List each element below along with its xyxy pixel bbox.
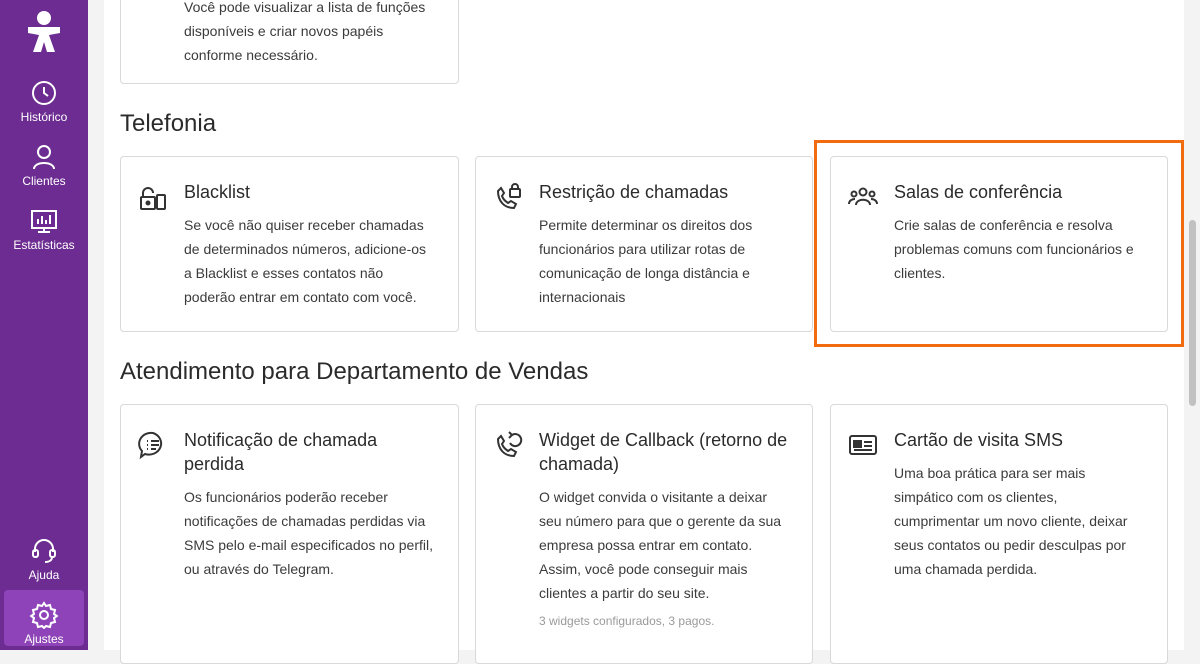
clock-icon (32, 81, 56, 105)
card-sms-business-card[interactable]: Cartão de visita SMS Uma boa prática par… (830, 404, 1168, 664)
sidebar-item-estatisticas[interactable]: Estatísticas (4, 196, 84, 252)
card-title: Widget de Callback (retorno de chamada) (539, 430, 788, 474)
sidebar-item-label: Ajustes (24, 632, 64, 646)
phone-lock-icon (496, 183, 521, 210)
sidebar-item-historico[interactable]: Histórico (4, 68, 84, 124)
card-title: Restrição de chamadas (539, 182, 729, 202)
sidebar-item-ajuda[interactable]: Ajuda (4, 526, 84, 582)
widget-count-meta: 3 widgets configurados, 3 pagos. (539, 614, 715, 628)
card-blacklist[interactable]: Blacklist Se você não quiser receber cha… (120, 156, 459, 332)
sidebar-item-label: Clientes (22, 174, 66, 188)
card-description: Se você não quiser receber chamadas de d… (184, 217, 427, 305)
card-description: Os funcionários poderão receber notifica… (184, 489, 434, 577)
sidebar: Histórico Clientes Estatísticas Ajuda Aj… (0, 0, 88, 650)
sidebar-item-label: Histórico (20, 110, 68, 124)
lock-phone-icon (140, 187, 166, 210)
sidebar-item-label: Estatísticas (13, 238, 75, 252)
card-title: Salas de conferência (894, 182, 1063, 202)
card-title: Notificação de chamada perdida (184, 430, 378, 474)
callback-icon (496, 431, 523, 458)
id-card-icon (849, 435, 877, 455)
card-title: Cartão de visita SMS (894, 430, 1064, 450)
gear-icon (30, 601, 58, 629)
card-description: Uma boa prática para ser mais simpático … (894, 465, 1128, 577)
card-roles[interactable]: Você pode visualizar a lista de funções … (120, 0, 459, 84)
card-description: Permite determinar os direitos dos funci… (539, 217, 753, 305)
card-callback-widget[interactable]: Widget de Callback (retorno de chamada) … (475, 404, 813, 664)
logo-icon[interactable] (25, 10, 63, 54)
card-description: Você pode visualizar a lista de funções … (184, 0, 426, 63)
card-missed-call-notification[interactable]: Notificação de chamada perdida Os funcio… (120, 404, 459, 664)
headset-icon (32, 539, 56, 563)
card-description: Crie salas de conferência e resolva prob… (894, 217, 1134, 281)
card-conference-rooms[interactable]: Salas de conferência Crie salas de confe… (830, 156, 1168, 332)
group-icon (848, 187, 878, 206)
chart-icon (31, 210, 57, 233)
chat-bubble-icon (138, 431, 163, 460)
section-title-telefonia: Telefonia (120, 110, 217, 137)
sidebar-item-label: Ajuda (28, 568, 60, 582)
scrollbar-thumb[interactable] (1189, 220, 1196, 406)
sidebar-item-ajustes[interactable]: Ajustes (4, 590, 84, 646)
section-title-vendas: Atendimento para Departamento de Vendas (120, 358, 589, 385)
person-icon (33, 145, 55, 170)
card-call-restriction[interactable]: Restrição de chamadas Permite determinar… (475, 156, 813, 332)
card-title: Blacklist (184, 182, 251, 202)
card-description: O widget convida o visitante a deixar se… (539, 489, 782, 601)
sidebar-item-clientes[interactable]: Clientes (4, 132, 84, 188)
